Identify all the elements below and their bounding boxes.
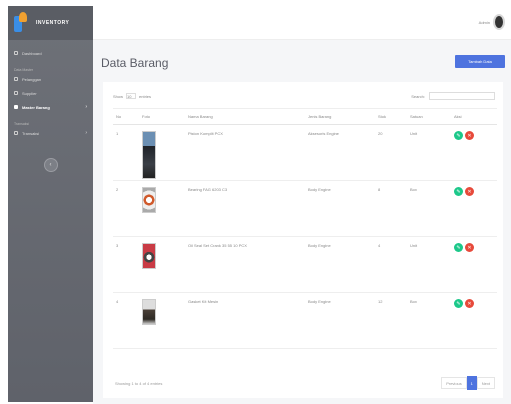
cell-nama: Gasket Kit Mesin	[185, 292, 305, 349]
cell-satuan: Unit	[407, 236, 451, 293]
data-card: Show 10 entries Search: No Foto Nama Bar…	[103, 82, 503, 398]
box-icon	[14, 105, 18, 109]
cell-satuan: Box	[407, 180, 451, 237]
sidebar-item-transaksi[interactable]: Transaksi ›	[8, 126, 93, 140]
show-label: Show	[113, 93, 124, 99]
sidebar: INVENTORY Dashboard Data Master Pelangga…	[8, 6, 93, 402]
sidebar-item-dashboard[interactable]: Dashboard	[8, 46, 93, 60]
chevron-right-icon: ›	[85, 130, 87, 136]
cell-nama: Oil Seal Set Crank 35 55 10 PCX	[185, 236, 305, 293]
sidebar-item-pelanggan[interactable]: Pelanggan	[8, 72, 93, 86]
cell-jenis: Aksesoris Engine	[305, 124, 375, 181]
table-row: 3 Oil Seal Set Crank 35 55 10 PCX Body E…	[113, 236, 497, 293]
entries-select[interactable]: 10	[126, 93, 137, 99]
user-menu[interactable]: Admin	[479, 14, 505, 30]
col-header-satuan[interactable]: Satuan	[407, 108, 451, 125]
brand-name: INVENTORY	[36, 20, 70, 26]
delete-icon[interactable]: ✕	[465, 131, 474, 140]
sidebar-item-label: Transaksi	[22, 130, 40, 136]
search-label: Search:	[411, 93, 425, 99]
col-header-no[interactable]: No	[113, 108, 139, 125]
cell-no: 4	[113, 292, 139, 349]
chevron-down-icon: ›	[85, 104, 87, 110]
sidebar-item-supplier[interactable]: Supplier	[8, 86, 93, 100]
delete-icon[interactable]: ✕	[465, 187, 474, 196]
table-row: 1 Piston Komplit PCX Aksesoris Engine 20…	[113, 124, 497, 181]
cell-foto	[139, 180, 185, 237]
chevron-left-icon: ‹	[49, 162, 52, 168]
product-image[interactable]	[142, 131, 156, 179]
sidebar-heading-transaksi: Transaksi	[14, 122, 30, 126]
table-row: 4 Gasket Kit Mesin Body Engine 12 Box ✎ …	[113, 292, 497, 349]
sidebar-heading-data-master: Data Master	[14, 68, 34, 72]
sidebar-item-label: Dashboard	[22, 50, 42, 56]
app-logo	[14, 12, 28, 34]
table-row: 2 Bearing FAG 6203 C3 Body Engine 8 Box …	[113, 180, 497, 237]
col-header-aksi[interactable]: Aksi	[451, 108, 497, 125]
cell-nama: Piston Komplit PCX	[185, 124, 305, 181]
cell-stok: 8	[375, 180, 407, 237]
next-page-button[interactable]: Next	[476, 377, 495, 389]
cell-jenis: Body Engine	[305, 292, 375, 349]
add-data-button[interactable]: Tambah Data	[455, 55, 505, 68]
cell-satuan: Box	[407, 292, 451, 349]
cell-no: 2	[113, 180, 139, 237]
cell-foto	[139, 292, 185, 349]
cell-aksi: ✎ ✕	[451, 292, 497, 349]
pagination: Previous 1 Next	[441, 376, 495, 390]
sidebar-toggle-button[interactable]: ‹	[43, 158, 58, 172]
topbar: Admin	[93, 6, 511, 40]
truck-icon	[14, 91, 18, 95]
username: Admin	[478, 19, 490, 25]
cell-satuan: Unit	[407, 124, 451, 181]
col-header-foto[interactable]: Foto	[139, 108, 185, 125]
cell-stok: 12	[375, 292, 407, 349]
avatar	[493, 14, 505, 30]
cell-stok: 4	[375, 236, 407, 293]
edit-icon[interactable]: ✎	[454, 299, 463, 308]
cell-jenis: Body Engine	[305, 180, 375, 237]
cell-no: 3	[113, 236, 139, 293]
col-header-stok[interactable]: Stok	[375, 108, 407, 125]
add-button-label: Tambah Data	[468, 59, 492, 64]
edit-icon[interactable]: ✎	[454, 131, 463, 140]
dashboard-icon	[14, 51, 18, 55]
cell-foto	[139, 124, 185, 181]
cell-jenis: Body Engine	[305, 236, 375, 293]
table-controls: Show 10 entries Search:	[113, 90, 495, 102]
edit-icon[interactable]: ✎	[454, 243, 463, 252]
page-1-button[interactable]: 1	[466, 376, 477, 390]
cell-foto	[139, 236, 185, 293]
cell-stok: 20	[375, 124, 407, 181]
delete-icon[interactable]: ✕	[465, 299, 474, 308]
product-image[interactable]	[142, 187, 156, 213]
main-content: Data Barang Tambah Data Show 10 entries …	[93, 40, 511, 404]
page-title: Data Barang	[101, 56, 169, 70]
col-header-nama[interactable]: Nama Barang	[185, 108, 305, 125]
col-header-jenis[interactable]: Jenis Barang	[305, 108, 375, 125]
brand[interactable]: INVENTORY	[8, 6, 93, 40]
cell-nama: Bearing FAG 6203 C3	[185, 180, 305, 237]
table-header-row: No Foto Nama Barang Jenis Barang Stok Sa…	[113, 108, 497, 125]
search-input[interactable]	[429, 92, 495, 100]
table-info: Showing 1 to 4 of 4 entries	[115, 381, 163, 386]
data-table: No Foto Nama Barang Jenis Barang Stok Sa…	[113, 108, 497, 349]
product-image[interactable]	[142, 299, 156, 325]
cart-icon	[14, 131, 18, 135]
cell-aksi: ✎ ✕	[451, 124, 497, 181]
delete-icon[interactable]: ✕	[465, 243, 474, 252]
sidebar-item-label: Supplier	[22, 90, 37, 96]
sidebar-item-master-barang[interactable]: Master Barang ›	[8, 100, 93, 114]
edit-icon[interactable]: ✎	[454, 187, 463, 196]
entries-label: entries	[139, 93, 152, 99]
cell-aksi: ✎ ✕	[451, 236, 497, 293]
sidebar-item-label: Master Barang	[22, 104, 50, 110]
previous-page-button[interactable]: Previous	[441, 377, 467, 389]
cell-aksi: ✎ ✕	[451, 180, 497, 237]
users-icon	[14, 77, 18, 81]
product-image[interactable]	[142, 243, 156, 269]
sidebar-item-label: Pelanggan	[22, 76, 42, 82]
cell-no: 1	[113, 124, 139, 181]
